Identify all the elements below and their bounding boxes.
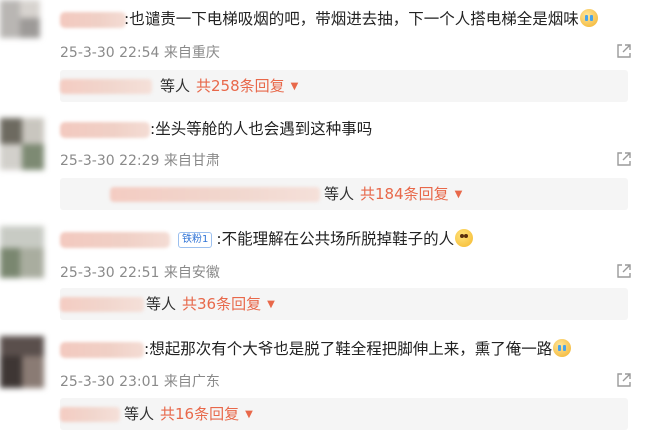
fan-badge: 铁粉1 [178,232,213,248]
reply-line: 等人 共258条回复 ▼ [160,76,298,97]
caret-down-icon[interactable]: ▼ [267,299,275,310]
reply-count-link[interactable]: 共184条回复 [360,185,449,203]
comment-item: :也谴责一下电梯吸烟的吧，带烟进去抽，下一个人搭电梯全是烟味 25-3-30 2… [0,0,649,108]
reply-summary[interactable]: 等人 共184条回复 ▼ [60,178,628,210]
reply-count-link[interactable]: 共36条回复 [182,295,261,313]
comment-text: :也谴责一下电梯吸烟的吧，带烟进去抽，下一个人搭电梯全是烟味 [124,9,598,29]
reply-users-redacted [60,297,144,312]
username-redacted[interactable] [60,12,126,28]
comment-location: 来自重庆 [163,45,220,61]
share-icon[interactable] [615,42,633,60]
shocked-face-icon [455,229,474,247]
caret-down-icon[interactable]: ▼ [291,81,299,92]
reply-users-redacted [60,407,120,422]
crying-face-icon [579,9,598,27]
comment-body: :不能理解在公共场所脱掉鞋子的人 [216,230,455,248]
crying-face-icon [553,339,572,357]
comment-date: 25-3-30 22:54 [60,45,160,61]
comment-location: 来自安徽 [163,265,220,281]
comment-body: :想起那次有个大爷也是脱了鞋全程把脚伸上来，熏了俺一路 [144,340,553,358]
share-icon[interactable] [615,262,633,280]
comment-meta: 25-3-30 23:01 来自广东 [60,371,220,391]
comment-date: 25-3-30 22:29 [60,153,160,169]
reply-line: 等人 共184条回复 ▼ [324,184,462,205]
reply-users-label: 等人 [160,77,191,95]
share-icon[interactable] [615,150,633,168]
comment-body: :坐头等舱的人也会遇到这种事吗 [150,120,373,138]
avatar[interactable] [0,226,44,278]
comment-body: :也谴责一下电梯吸烟的吧，带烟进去抽，下一个人搭电梯全是烟味 [124,10,579,28]
caret-down-icon[interactable]: ▼ [455,189,463,200]
comment-meta: 25-3-30 22:51 来自安徽 [60,262,220,282]
comment-item: :想起那次有个大爷也是脱了鞋全程把脚伸上来，熏了俺一路 25-3-30 23:0… [0,330,649,438]
reply-users-label: 等人 [146,295,177,313]
comment-meta: 25-3-30 22:29 来自甘肃 [60,150,220,170]
reply-users-redacted [60,79,152,94]
reply-count-link[interactable]: 共16条回复 [160,405,239,423]
reply-line: 等人 共36条回复 ▼ [146,294,275,315]
comment-text: :坐头等舱的人也会遇到这种事吗 [150,119,372,139]
reply-summary[interactable]: 等人 共36条回复 ▼ [60,288,628,320]
reply-line: 等人 共16条回复 ▼ [124,404,253,425]
comment-date: 25-3-30 23:01 [60,374,160,390]
caret-down-icon[interactable]: ▼ [245,409,253,420]
reply-users-redacted [110,187,320,202]
comment-item: 铁粉1:不能理解在公共场所脱掉鞋子的人 25-3-30 22:51 来自安徽 等… [0,220,649,328]
username-redacted[interactable] [60,232,170,248]
avatar[interactable] [0,0,40,38]
reply-users-label: 等人 [324,185,355,203]
reply-summary[interactable]: 等人 共258条回复 ▼ [60,70,628,102]
reply-count-link[interactable]: 共258条回复 [196,77,285,95]
comment-meta: 25-3-30 22:54 来自重庆 [60,42,220,62]
share-icon[interactable] [615,371,633,389]
reply-summary[interactable]: 等人 共16条回复 ▼ [60,398,628,430]
reply-users-label: 等人 [124,405,155,423]
comment-text: 铁粉1:不能理解在公共场所脱掉鞋子的人 [178,229,474,249]
avatar[interactable] [0,336,44,388]
comment-location: 来自广东 [163,374,220,390]
comment-date: 25-3-30 22:51 [60,265,160,281]
comment-text: :想起那次有个大爷也是脱了鞋全程把脚伸上来，熏了俺一路 [144,339,572,359]
comment-location: 来自甘肃 [163,153,220,169]
comment-item: :坐头等舱的人也会遇到这种事吗 25-3-30 22:29 来自甘肃 等人 共18… [0,110,649,218]
username-redacted[interactable] [60,342,144,358]
username-redacted[interactable] [60,122,150,138]
avatar[interactable] [0,118,44,170]
